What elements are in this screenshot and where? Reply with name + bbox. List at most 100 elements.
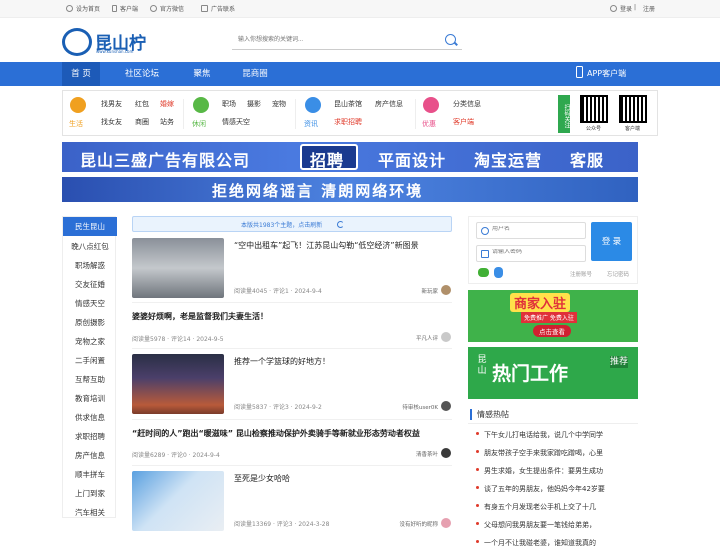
notice-text: 本版共1983个主题，点击刷新 xyxy=(241,222,323,229)
cat-leisure-label[interactable]: 休闲 xyxy=(192,119,206,129)
post-author[interactable]: 平凡人评 xyxy=(396,334,438,342)
wechat-login-icon[interactable] xyxy=(478,268,489,277)
qq-login-icon[interactable] xyxy=(494,267,503,278)
register-link[interactable]: 注册 xyxy=(643,4,655,13)
register-account-link[interactable]: 注册账号 xyxy=(570,270,592,278)
wechat-link[interactable]: 官方微信 xyxy=(150,4,184,13)
sidebar-item[interactable]: 晚八点红包 xyxy=(63,241,117,252)
merchant-ad-button: 点击查看 xyxy=(533,325,571,337)
banner-company: 昆山三盛广告有限公司 xyxy=(80,151,251,170)
sidebar-item[interactable]: 交友征婚 xyxy=(63,279,117,290)
cat-link[interactable]: 找女友 xyxy=(101,117,122,127)
cat-link[interactable]: 婚嫁 xyxy=(160,99,174,109)
cat-link[interactable]: 房产信息 xyxy=(375,99,403,109)
post-meta: 阅读量5978 · 评论14 · 2024-9-5 xyxy=(132,336,224,343)
post-author[interactable]: 待审核user0K xyxy=(396,403,438,411)
hot-post-item[interactable]: 下午女儿打电话给我，说几个中学同学 xyxy=(476,430,634,440)
cat-link[interactable]: 找男友 xyxy=(101,99,122,109)
cat-link[interactable]: 分类信息 xyxy=(453,99,481,109)
cat-link[interactable]: 职场 xyxy=(222,99,236,109)
username-input[interactable] xyxy=(492,226,582,232)
nav-focus[interactable]: 聚焦 xyxy=(184,62,220,86)
site-logo[interactable]: 昆山柠 www.kunshan.com xyxy=(62,28,152,56)
post-title[interactable]: “赶时间的人”跑出“暖滋味” 昆山检察推动保护外卖骑手等新就业形态劳动者权益 xyxy=(132,428,452,439)
sidebar-item[interactable]: 宠物之家 xyxy=(63,336,117,347)
divider xyxy=(132,419,452,420)
avatar[interactable] xyxy=(441,285,451,295)
merchant-ad[interactable]: 商家入驻 免费推广 免费入驻 点击查看 xyxy=(468,290,638,342)
banner-rumor-text: 拒绝网络谣言 清朗网络环境 xyxy=(212,182,424,200)
app-client-button[interactable]: APP客户端 xyxy=(576,62,626,86)
nav-business[interactable]: 昆商圈 xyxy=(234,62,276,86)
lock-icon xyxy=(481,250,489,258)
post-author[interactable]: 新玩家 xyxy=(396,287,438,295)
divider xyxy=(132,465,452,466)
post-thumbnail[interactable] xyxy=(132,238,224,298)
set-home-link[interactable]: 设为首页 xyxy=(66,4,100,13)
post-author[interactable]: 清香茶叶 xyxy=(396,450,438,458)
cat-divider xyxy=(415,99,416,129)
cat-link[interactable]: 商圈 xyxy=(135,117,149,127)
post-thumbnail[interactable] xyxy=(132,354,224,414)
nav-home[interactable]: 首 页 xyxy=(62,62,100,86)
hot-post-item[interactable]: 有身五个月发现老公手机上交了十几 xyxy=(476,502,634,512)
hot-post-item[interactable]: 朋友带孩子空手来我家蹭吃蹭喝，心里 xyxy=(476,448,634,458)
sidebar-item[interactable]: 顺丰拼车 xyxy=(63,469,117,480)
cat-link[interactable]: 客户端 xyxy=(453,117,474,127)
cat-link[interactable]: 红包 xyxy=(135,99,149,109)
forgot-password-link[interactable]: 忘记密码 xyxy=(607,270,629,278)
avatar[interactable] xyxy=(441,518,451,528)
refresh-notice[interactable]: 本版共1983个主题，点击刷新 xyxy=(132,216,452,232)
cat-discount-label[interactable]: 优惠 xyxy=(422,119,436,129)
sidebar-item[interactable]: 房产信息 xyxy=(63,450,117,461)
password-input[interactable] xyxy=(492,249,582,255)
cat-link[interactable]: 摄影 xyxy=(247,99,261,109)
cat-link[interactable]: 情感天空 xyxy=(222,117,250,127)
sidebar-item[interactable]: 上门到家 xyxy=(63,488,117,499)
login-button[interactable]: 登 录 xyxy=(591,222,632,261)
merchant-ad-title: 商家入驻 xyxy=(510,293,571,312)
sidebar-item[interactable]: 求职招聘 xyxy=(63,431,117,442)
ad-contact-link[interactable]: 广告联系 xyxy=(201,4,235,13)
post-title[interactable]: 至死是少女哈哈 xyxy=(234,473,290,484)
register-label: 注册 xyxy=(643,6,656,13)
avatar[interactable] xyxy=(441,448,451,458)
search-icon[interactable] xyxy=(445,34,456,45)
nav-forum[interactable]: 社区论坛 xyxy=(116,62,168,86)
sidebar-item[interactable]: 供求信息 xyxy=(63,412,117,423)
sidebar-item[interactable]: 汽车相关 xyxy=(63,507,117,518)
client-link[interactable]: 客户端 xyxy=(112,4,138,13)
hot-post-item[interactable]: 谈了五年的男朋友，他妈妈今年42岁要 xyxy=(476,484,634,494)
post-thumbnail[interactable] xyxy=(132,471,224,531)
post-title[interactable]: 婆婆好烦啊，老是监督我们夫妻生活！ xyxy=(132,311,268,322)
jobs-ad-city: 昆山 xyxy=(477,355,487,376)
cat-life-label[interactable]: 生活 xyxy=(69,119,83,129)
hot-post-item[interactable]: 父母想问我男朋友要一笔钱给弟弟， xyxy=(476,520,634,530)
cat-link[interactable]: 求职招聘 xyxy=(334,117,362,127)
avatar[interactable] xyxy=(441,332,451,342)
sidebar-item[interactable]: 职场解惑 xyxy=(63,260,117,271)
cat-link[interactable]: 站务 xyxy=(160,117,174,127)
post-title[interactable]: 推荐一个学篮球的好地方！ xyxy=(234,356,330,367)
search-input[interactable] xyxy=(238,33,428,47)
avatar[interactable] xyxy=(441,401,451,411)
rumor-banner[interactable]: 拒绝网络谣言 清朗网络环境 xyxy=(62,177,638,202)
sidebar-item[interactable]: 情感天空 xyxy=(63,298,117,309)
post-meta: 阅读量5837 · 评论3 · 2024-9-2 xyxy=(234,404,322,411)
cat-link[interactable]: 宠物 xyxy=(272,99,286,109)
hiring-banner[interactable]: 昆山三盛广告有限公司 招聘 平面设计 淘宝运营 客服 xyxy=(62,142,638,172)
cat-news-label[interactable]: 资讯 xyxy=(304,119,318,129)
sidebar-item[interactable]: 互帮互助 xyxy=(63,374,117,385)
sidebar-item[interactable]: 原创摄影 xyxy=(63,317,117,328)
sidebar-item[interactable]: 二手闲置 xyxy=(63,355,117,366)
post-author[interactable]: 没有好听的昵称 xyxy=(384,520,438,528)
hot-post-item[interactable]: 男生求婚，女生提出条件：要男生成功 xyxy=(476,466,634,476)
sidebar-head[interactable]: 民生昆山 xyxy=(63,217,117,236)
jobs-ad[interactable]: 昆山 热门工作 推荐 xyxy=(468,347,638,399)
post-title[interactable]: “空中出租车”起飞！江苏昆山勾勒“低空经济”新图景 xyxy=(234,240,419,251)
cat-link[interactable]: 昆山茶馆 xyxy=(334,99,362,109)
phone-icon xyxy=(576,66,583,78)
user-icon xyxy=(481,227,489,235)
sidebar-item[interactable]: 教育培训 xyxy=(63,393,117,404)
login-link[interactable]: 登录 xyxy=(610,4,632,13)
